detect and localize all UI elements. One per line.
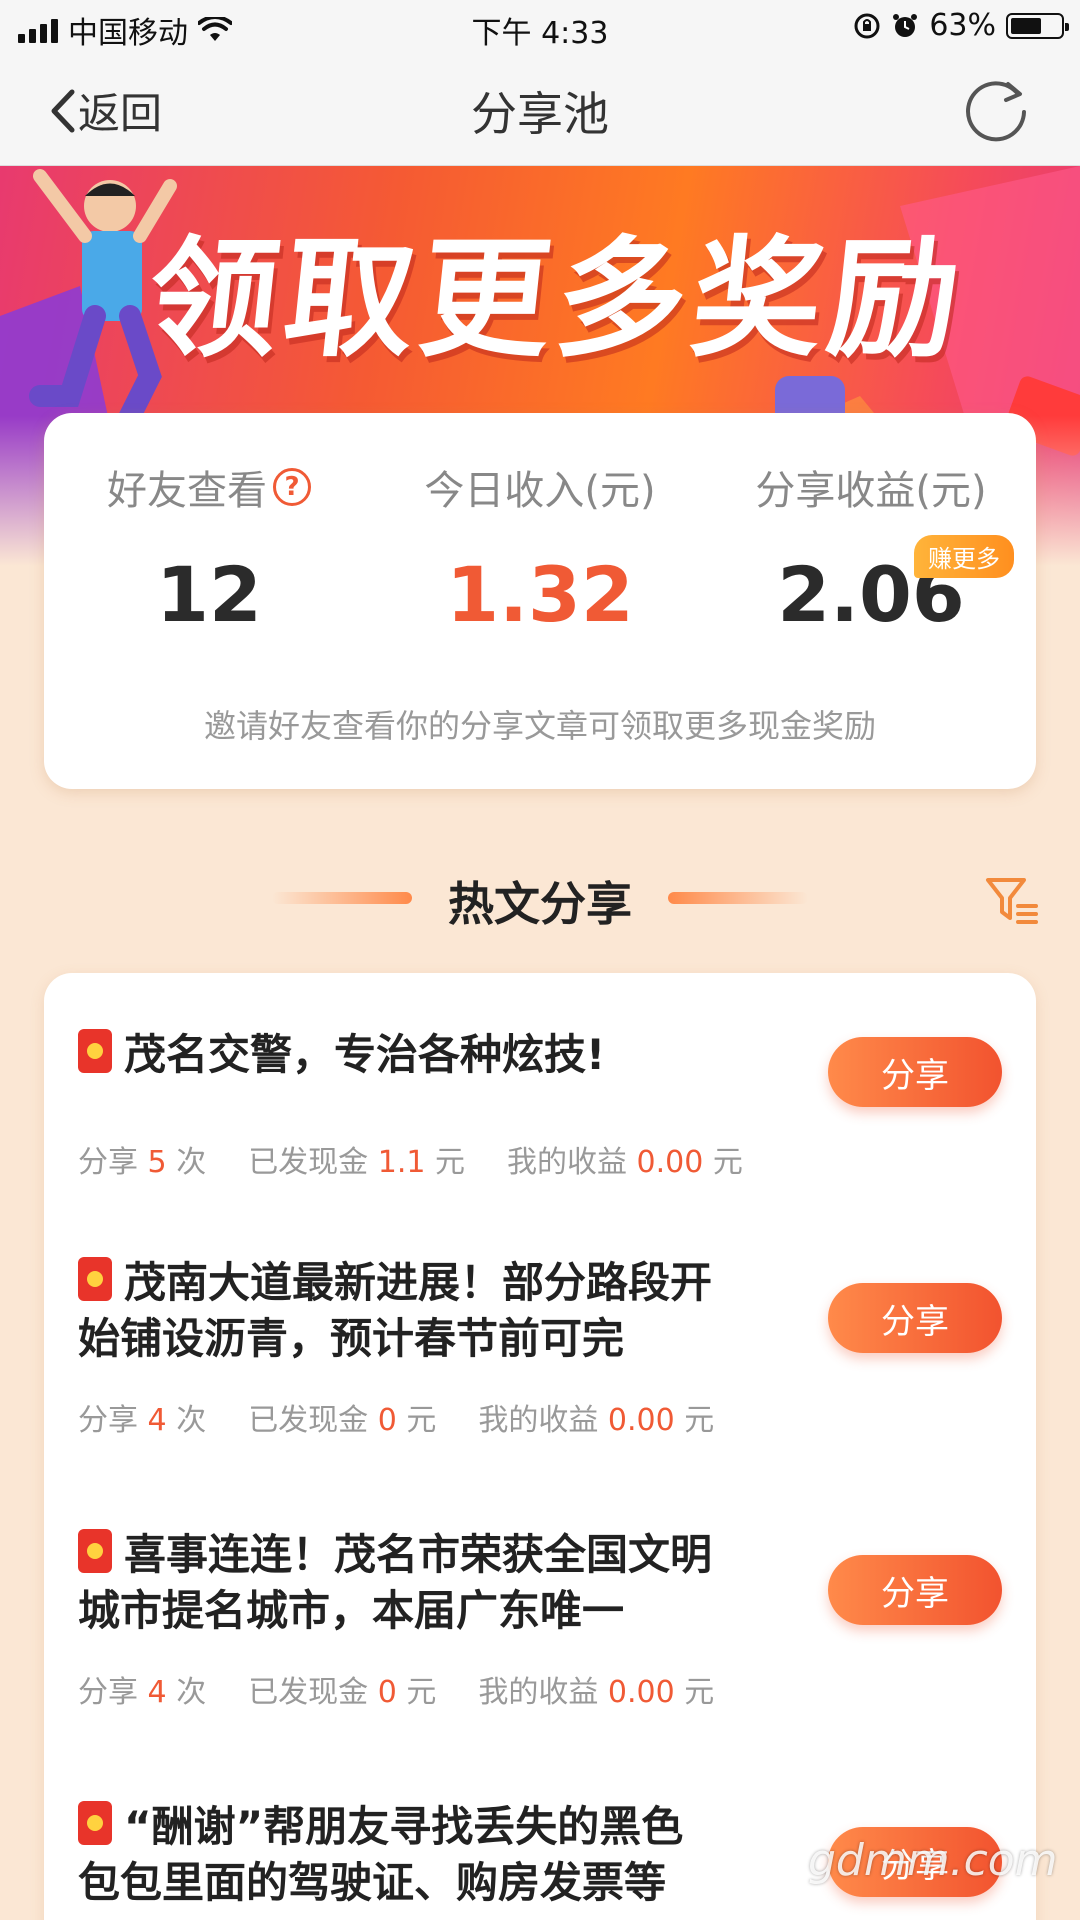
stats-card: 好友查看 ? 12 今日收入(元) 1.32 分享收益(元) 2.06 赚更多 … bbox=[44, 413, 1036, 789]
share-button[interactable]: 分享 bbox=[828, 1283, 1002, 1353]
red-packet-icon bbox=[78, 1529, 112, 1573]
stat-today-income: 今日收入(元) 1.32 bbox=[375, 458, 705, 639]
friends-value: 12 bbox=[156, 550, 262, 639]
refresh-icon[interactable] bbox=[958, 72, 1034, 148]
section-title: 热文分享 bbox=[448, 877, 632, 931]
battery-icon bbox=[1006, 12, 1069, 39]
red-packet-icon bbox=[78, 1257, 112, 1301]
navigation-bar: 返回 分享池 bbox=[0, 54, 1080, 166]
article-title: 喜事连连！茂名市荣获全国文明城市提名城市，本届广东唯一 bbox=[78, 1530, 713, 1635]
article-meta: 分享 4 次已发现金 0 元我的收益 0.00 元 bbox=[78, 1675, 715, 1710]
stats-note: 邀请好友查看你的分享文章可领取更多现金奖励 bbox=[203, 707, 876, 745]
article-title: 茂名交警，专治各种炫技! bbox=[124, 1030, 606, 1079]
article-meta: 分享 4 次已发现金 0 元我的收益 0.00 元 bbox=[78, 1403, 715, 1438]
red-packet-icon bbox=[78, 1801, 112, 1845]
banner-title: 领取更多奖励 bbox=[140, 223, 973, 375]
today-income-label: 今日收入(元) bbox=[424, 468, 656, 514]
help-icon[interactable]: ? bbox=[273, 468, 311, 506]
friends-label: 好友查看 bbox=[107, 468, 267, 514]
share-button[interactable]: 分享 bbox=[828, 1037, 1002, 1107]
article-meta: 分享 5 次已发现金 1.1 元我的收益 0.00 元 bbox=[78, 1145, 743, 1180]
status-bar: 中国移动 下午 4:33 63% bbox=[0, 0, 1080, 54]
section-divider-right bbox=[668, 892, 808, 904]
earn-more-badge[interactable]: 赚更多 bbox=[914, 535, 1014, 578]
share-button[interactable]: 分享 bbox=[828, 1555, 1002, 1625]
page-title: 分享池 bbox=[471, 87, 609, 141]
watermark: gdmm.com bbox=[808, 1835, 1058, 1886]
article-title: 茂南大道最新进展！部分路段开始铺设沥青，预计春节前可完 bbox=[78, 1258, 713, 1363]
alarm-icon bbox=[893, 13, 918, 37]
red-packet-icon bbox=[78, 1029, 112, 1073]
article-title: “酬谢”帮朋友寻找丢失的黑色包包里面的驾驶证、购房发票等 bbox=[78, 1802, 684, 1907]
stat-friends: 好友查看 ? 12 bbox=[44, 458, 374, 639]
share-income-label: 分享收益(元) bbox=[755, 468, 987, 514]
section-header: 热文分享 bbox=[0, 860, 1080, 931]
battery-percent: 63% bbox=[929, 8, 996, 43]
filter-icon[interactable] bbox=[984, 874, 1040, 926]
article-list: 茂名交警，专治各种炫技! 分享 分享 5 次已发现金 1.1 元我的收益 0.0… bbox=[44, 973, 1036, 1920]
rotation-lock-icon bbox=[854, 13, 880, 38]
today-income-value: 1.32 bbox=[446, 550, 634, 639]
